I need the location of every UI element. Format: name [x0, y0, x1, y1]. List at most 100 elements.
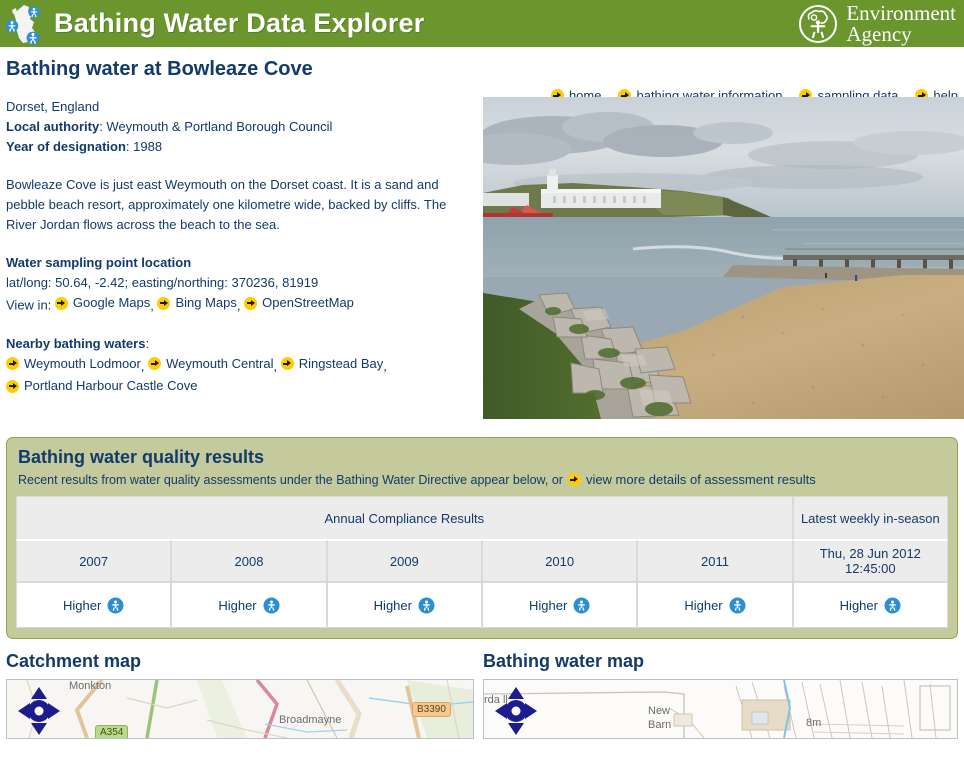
site-header: Bathing Water Data Explorer Environment …	[0, 0, 964, 47]
table-group-header-row: Annual Compliance Results Latest weekly …	[16, 496, 948, 540]
result-value: Higher	[684, 598, 722, 613]
map-link-label: Google Maps	[73, 293, 150, 313]
region-text: Dorset, England	[6, 97, 468, 117]
bathing-water-map-canvas[interactable]: rda ll New Barn 8m	[483, 679, 958, 739]
separator: ,	[383, 358, 387, 373]
sampling-point-heading: Water sampling point location	[6, 253, 468, 273]
results-table: Annual Compliance Results Latest weekly …	[16, 496, 948, 628]
result-value-wrapper: Higher	[529, 597, 590, 614]
map-pan-control-icon[interactable]	[17, 686, 61, 736]
bathing-water-quality-icon[interactable]	[107, 597, 124, 614]
map-link-label: Bing Maps	[175, 293, 236, 313]
water-quality-results-panel: Bathing water quality results Recent res…	[6, 437, 958, 639]
catchment-map-block: Catchment map Monkton Broadmayne	[6, 651, 474, 739]
map-label-8m: 8m	[806, 717, 821, 729]
map-link-bing-maps[interactable]: Bing Maps	[157, 293, 236, 313]
arrow-bullet-icon	[281, 357, 294, 370]
result-cell-2007: Higher	[16, 582, 171, 628]
coordinates-text: lat/long: 50.64, -2.42; easting/northing…	[6, 273, 468, 293]
column-header-latest-sample-date: Thu, 28 Jun 2012 12:45:00	[793, 540, 948, 582]
column-header-2011: 2011	[637, 540, 792, 582]
separator: ,	[237, 298, 244, 313]
local-authority-value: : Weymouth & Portland Borough Council	[99, 119, 332, 134]
column-header-2010: 2010	[482, 540, 637, 582]
result-value-wrapper: Higher	[840, 597, 901, 614]
arrow-bullet-icon	[148, 357, 161, 370]
bathing-water-quality-icon[interactable]	[729, 597, 746, 614]
result-value: Higher	[529, 598, 567, 613]
nearby-link-label: Ringstead Bay	[299, 354, 384, 374]
group-header-latest-weekly: Latest weekly in-season	[793, 496, 948, 540]
main-content: Dorset, England Local authority: Weymout…	[0, 97, 964, 427]
map-label-new: New	[648, 705, 670, 717]
road-badge-a354: A354	[95, 725, 128, 739]
local-authority-row: Local authority: Weymouth & Portland Bor…	[6, 117, 468, 137]
nearby-link-portland-harbour-castle-cove[interactable]: Portland Harbour Castle Cove	[6, 376, 197, 396]
local-authority-label: Local authority	[6, 119, 99, 134]
bathing-water-details: Dorset, England Local authority: Weymout…	[6, 97, 468, 399]
result-value-wrapper: Higher	[218, 597, 279, 614]
result-value: Higher	[218, 598, 256, 613]
designation-row: Year of designation: 1988	[6, 137, 468, 157]
view-in-row: View in: Google Maps, Bing Maps, OpenStr…	[6, 293, 468, 316]
bathing-water-quality-icon[interactable]	[263, 597, 280, 614]
bathing-water-quality-icon[interactable]	[418, 597, 435, 614]
column-header-2008: 2008	[171, 540, 326, 582]
nearby-link-label: Weymouth Lodmoor	[24, 354, 141, 374]
nearby-links: Weymouth Lodmoor, Weymouth Central, Ring…	[6, 354, 468, 399]
designation-value: : 1988	[126, 139, 162, 154]
arrow-bullet-icon	[157, 297, 170, 310]
road-badge-b3390: B3390	[412, 702, 451, 717]
nearby-link-weymouth-central[interactable]: Weymouth Central	[148, 354, 273, 374]
result-value: Higher	[374, 598, 412, 613]
result-value-wrapper: Higher	[684, 597, 745, 614]
column-header-2007: 2007	[16, 540, 171, 582]
view-more-details-label: view more details of assessment results	[586, 472, 816, 487]
nearby-link-weymouth-lodmoor[interactable]: Weymouth Lodmoor	[6, 354, 141, 374]
results-title: Bathing water quality results	[18, 447, 948, 468]
nearby-link-label: Weymouth Central	[166, 354, 273, 374]
spacer	[6, 316, 468, 334]
arrow-bullet-icon	[244, 297, 257, 310]
results-subtitle-text: Recent results from water quality assess…	[18, 473, 563, 487]
uk-map-icon	[4, 2, 48, 46]
bathing-water-map-block: Bathing water map	[483, 651, 958, 739]
result-cell-latest-weekly: Higher	[793, 582, 948, 628]
map-label-barn: Barn	[648, 719, 671, 731]
arrow-bullet-icon	[6, 357, 19, 370]
view-in-label: View in:	[6, 298, 55, 313]
catchment-map-heading: Catchment map	[6, 651, 474, 672]
result-cell-2011: Higher	[637, 582, 792, 628]
description-text: Bowleaze Cove is just east Weymouth on t…	[6, 175, 468, 235]
view-more-details-link[interactable]: view more details of assessment results	[568, 472, 816, 487]
spacer	[6, 235, 468, 253]
arrow-bullet-icon	[6, 380, 19, 393]
bathing-water-quality-icon[interactable]	[573, 597, 590, 614]
spacer	[6, 157, 468, 175]
bathing-water-quality-icon[interactable]	[884, 597, 901, 614]
result-value: Higher	[840, 598, 878, 613]
column-header-2009: 2009	[327, 540, 482, 582]
map-link-google-maps[interactable]: Google Maps	[55, 293, 150, 313]
nearby-heading-suffix: :	[145, 336, 149, 351]
result-cell-2009: Higher	[327, 582, 482, 628]
result-value: Higher	[63, 598, 101, 613]
map-provider-links: Google Maps, Bing Maps, OpenStreetMap	[55, 298, 354, 313]
nearby-link-ringstead-bay[interactable]: Ringstead Bay	[281, 354, 384, 374]
maps-section: Catchment map Monkton Broadmayne	[0, 651, 964, 741]
bathing-water-map-heading: Bathing water map	[483, 651, 958, 672]
environment-agency-logo: Environment Agency	[798, 3, 956, 45]
map-label-monkton: Monkton	[69, 680, 111, 692]
environment-agency-wordmark: Environment Agency	[846, 3, 956, 45]
catchment-map-canvas[interactable]: Monkton Broadmayne B3390 A354	[6, 679, 474, 739]
table-column-header-row: 2007 2008 2009 2010 2011 Thu, 28 Jun 201…	[16, 540, 948, 582]
result-cell-2010: Higher	[482, 582, 637, 628]
logo-line-2: Agency	[846, 24, 956, 45]
map-pan-control-icon[interactable]	[494, 686, 538, 736]
map-link-openstreetmap[interactable]: OpenStreetMap	[244, 293, 354, 313]
separator: ,	[150, 298, 157, 313]
result-cell-2008: Higher	[171, 582, 326, 628]
arrow-bullet-icon	[55, 297, 68, 310]
table-row: Higher Higher	[16, 582, 948, 628]
group-header-annual-compliance: Annual Compliance Results	[16, 496, 793, 540]
